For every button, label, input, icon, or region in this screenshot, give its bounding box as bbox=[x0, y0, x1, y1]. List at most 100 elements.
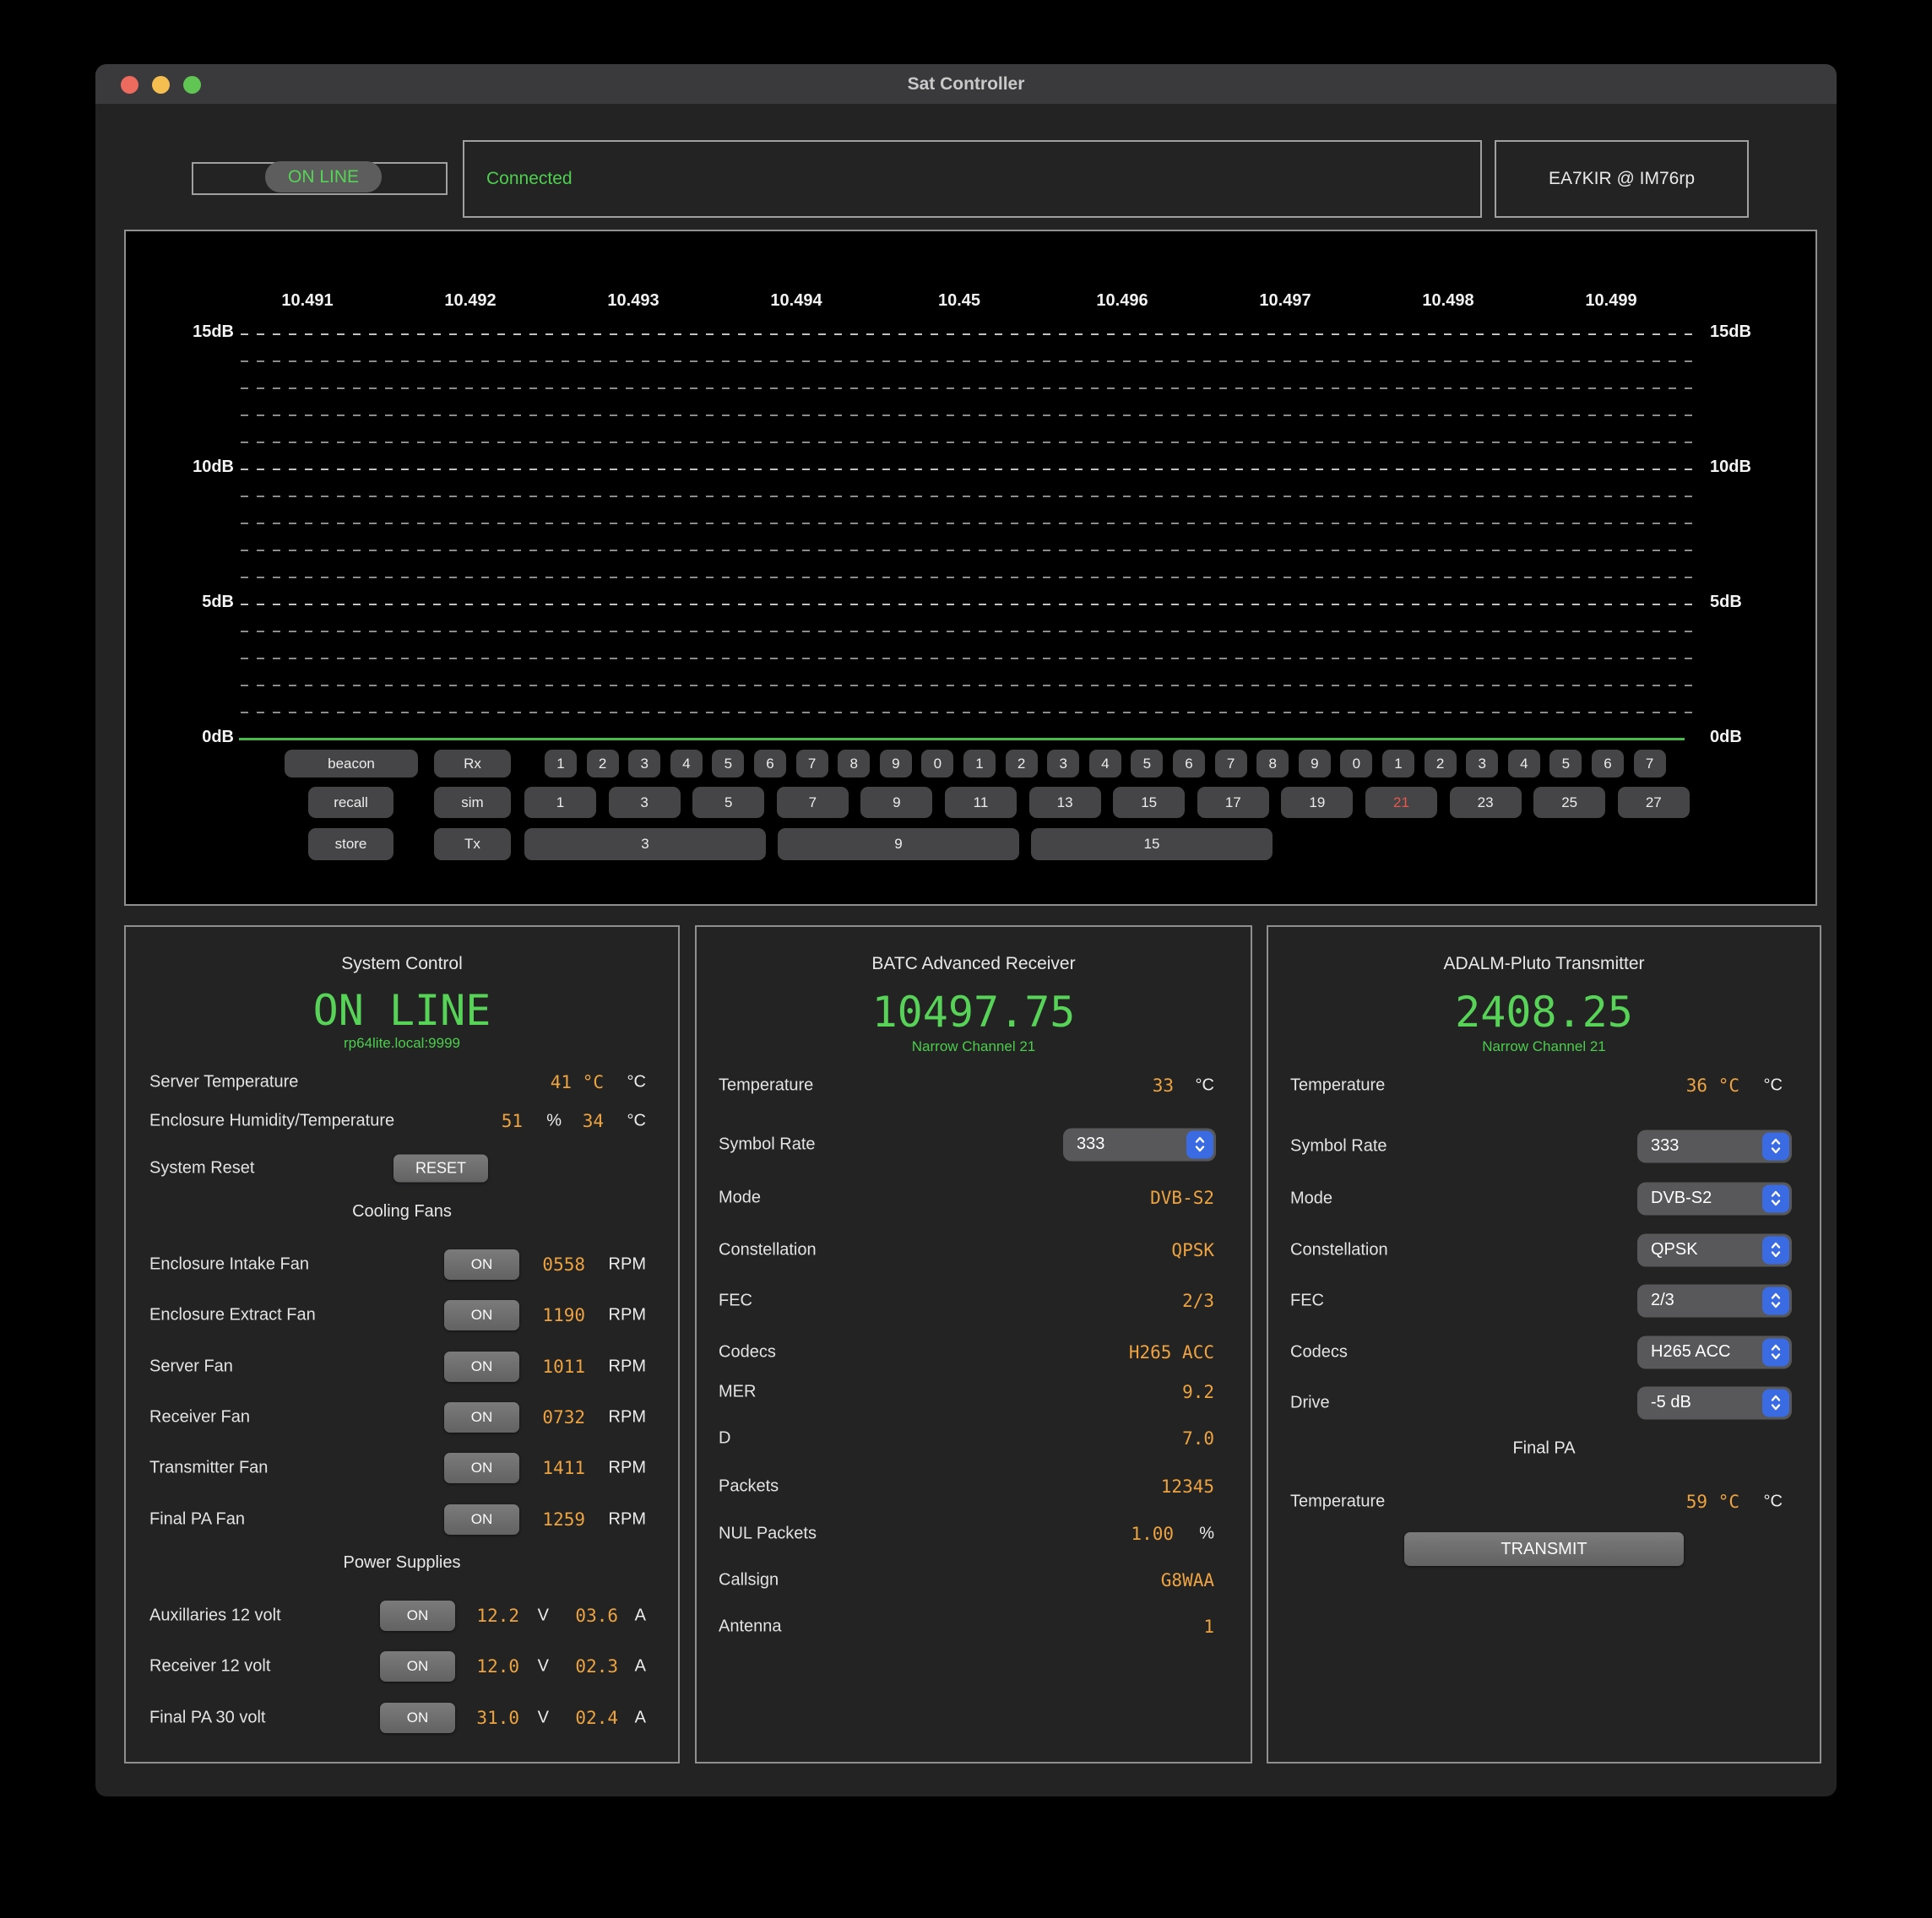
row-value: DVB-S2 bbox=[1150, 1188, 1214, 1208]
receiver-row: Symbol Rate 333 bbox=[697, 1128, 1251, 1161]
unit-label: V bbox=[538, 1606, 549, 1626]
up-down-chevrons-icon bbox=[1762, 1389, 1789, 1417]
row-value: 1 bbox=[1203, 1617, 1214, 1637]
volts-value: 12.0 bbox=[476, 1656, 519, 1677]
dropdown-select[interactable]: 333 bbox=[1063, 1128, 1216, 1161]
up-down-chevrons-icon bbox=[1762, 1338, 1789, 1366]
dropdown-select[interactable]: -5 dB bbox=[1637, 1386, 1792, 1419]
callsign-box: EA7KIR @ IM76rp bbox=[1495, 140, 1749, 218]
volts-value: 31.0 bbox=[476, 1708, 519, 1728]
row-label: Drive bbox=[1290, 1393, 1330, 1412]
row-label: Temperature bbox=[1290, 1075, 1385, 1095]
row-label: Codecs bbox=[719, 1342, 776, 1362]
row-label: NUL Packets bbox=[719, 1524, 817, 1543]
up-down-chevrons-icon bbox=[1762, 1184, 1789, 1212]
row-label: Symbol Rate bbox=[719, 1135, 816, 1154]
dropdown-value: -5 dB bbox=[1651, 1393, 1691, 1412]
supply-on-button[interactable]: ON bbox=[380, 1703, 455, 1733]
row-label: Temperature bbox=[719, 1075, 813, 1095]
receiver-row: Packets 12345 bbox=[697, 1470, 1251, 1503]
online-toggle-knob[interactable]: ON LINE bbox=[265, 161, 382, 192]
transmitter-row: Temperature 36 °C °C bbox=[1268, 1069, 1820, 1102]
row-value: 12345 bbox=[1161, 1476, 1214, 1497]
supply-label: Final PA 30 volt bbox=[149, 1708, 265, 1727]
unit-label: V bbox=[538, 1708, 549, 1727]
supply-label: Receiver 12 volt bbox=[149, 1657, 270, 1677]
dropdown-value: 333 bbox=[1651, 1136, 1679, 1156]
up-down-chevrons-icon bbox=[1762, 1236, 1789, 1264]
receiver-row: Mode DVB-S2 bbox=[697, 1181, 1251, 1214]
section-heading: Final PA bbox=[1268, 1438, 1820, 1458]
amps-value: 02.3 bbox=[575, 1656, 618, 1677]
transmit-button[interactable]: TRANSMIT bbox=[1404, 1532, 1684, 1566]
minimize-button[interactable] bbox=[152, 76, 170, 94]
transmitter-row: Symbol Rate 333 bbox=[1268, 1130, 1820, 1162]
wide-channel-button[interactable]: 9 bbox=[778, 828, 1019, 860]
power-supply-row: Final PA 30 volt ON 31.0 V 02.4 A bbox=[126, 1703, 678, 1733]
receiver-row: Constellation QPSK bbox=[697, 1233, 1251, 1266]
unit-label: A bbox=[635, 1657, 646, 1677]
row-label: Callsign bbox=[719, 1570, 779, 1590]
wide-channel-buttons-row: 39 15 bbox=[126, 231, 1815, 904]
unit-label: % bbox=[1199, 1524, 1214, 1543]
online-toggle[interactable]: ON LINE bbox=[192, 162, 448, 195]
row-label: Symbol Rate bbox=[1290, 1136, 1387, 1156]
dropdown-value: H265 ACC bbox=[1651, 1342, 1731, 1362]
up-down-chevrons-icon bbox=[1186, 1130, 1213, 1158]
row-label: Mode bbox=[719, 1188, 761, 1207]
wide-channel-button[interactable]: 3 bbox=[524, 828, 766, 860]
wide-channel-button[interactable]: 15 bbox=[1031, 828, 1273, 860]
dropdown-select[interactable]: DVB-S2 bbox=[1637, 1182, 1792, 1215]
window-title: Sat Controller bbox=[95, 64, 1837, 104]
row-label: Codecs bbox=[1290, 1342, 1348, 1362]
row-label: Constellation bbox=[1290, 1240, 1388, 1260]
receiver-row: Callsign G8WAA bbox=[697, 1563, 1251, 1596]
receiver-row: D 7.0 bbox=[697, 1422, 1251, 1455]
row-value: 33 bbox=[1153, 1075, 1174, 1096]
row-label: Constellation bbox=[719, 1240, 817, 1260]
dropdown-select[interactable]: 333 bbox=[1637, 1130, 1792, 1162]
zoom-button[interactable] bbox=[183, 76, 201, 94]
supply-label: Auxillaries 12 volt bbox=[149, 1606, 281, 1626]
dropdown-value: 2/3 bbox=[1651, 1291, 1674, 1310]
receiver-row: Antenna 1 bbox=[697, 1610, 1251, 1643]
row-value: 36 °C bbox=[1686, 1075, 1739, 1096]
power-supply-row: Auxillaries 12 volt ON 12.2 V 03.6 A bbox=[126, 1601, 678, 1631]
dropdown-select[interactable]: 2/3 bbox=[1637, 1284, 1792, 1317]
supply-on-button[interactable]: ON bbox=[380, 1651, 455, 1682]
receiver-rows: Temperature 33 °C Symbol Rate 333 bbox=[697, 927, 1251, 1762]
transmitter-row: Final PA bbox=[1268, 1432, 1820, 1465]
close-button[interactable] bbox=[121, 76, 138, 94]
transmitter-panel: ADALM-Pluto Transmitter 2408.25 Narrow C… bbox=[1267, 925, 1821, 1764]
system-control-panel: System Control ON LINE rp64lite.local:99… bbox=[124, 925, 680, 1764]
callsign-text: EA7KIR @ IM76rp bbox=[1549, 169, 1695, 189]
dropdown-value: QPSK bbox=[1651, 1240, 1698, 1260]
receiver-row: MER 9.2 bbox=[697, 1375, 1251, 1408]
transmitter-rows: Temperature 36 °C °C Symbol Rate 333 bbox=[1268, 927, 1820, 1762]
supply-on-button[interactable]: ON bbox=[380, 1601, 455, 1631]
dropdown-select[interactable]: QPSK bbox=[1637, 1233, 1792, 1266]
unit-label: A bbox=[635, 1606, 646, 1626]
transmitter-row: Temperature 59 °C °C bbox=[1268, 1485, 1820, 1518]
row-value: 2/3 bbox=[1182, 1291, 1214, 1311]
row-value: H265 ACC bbox=[1129, 1342, 1214, 1363]
receiver-panel: BATC Advanced Receiver 10497.75 Narrow C… bbox=[695, 925, 1252, 1764]
row-label: Mode bbox=[1290, 1189, 1332, 1208]
amps-value: 03.6 bbox=[575, 1606, 618, 1626]
row-value: 59 °C bbox=[1686, 1492, 1739, 1512]
row-label: Temperature bbox=[1290, 1492, 1385, 1511]
receiver-row: FEC 2/3 bbox=[697, 1284, 1251, 1317]
spectrum-display: 10.49110.49210.49310.49410.4510.49610.49… bbox=[124, 230, 1817, 906]
row-value: 9.2 bbox=[1182, 1382, 1214, 1402]
app-window: Sat Controller ON LINE Connected EA7KIR … bbox=[95, 64, 1837, 1796]
dropdown-value: DVB-S2 bbox=[1651, 1189, 1712, 1208]
dropdown-select[interactable]: H265 ACC bbox=[1637, 1336, 1792, 1368]
power-supply-row: Receiver 12 volt ON 12.0 V 02.3 A bbox=[126, 1651, 678, 1682]
transmitter-row: FEC 2/3 bbox=[1268, 1284, 1820, 1317]
unit-label: A bbox=[635, 1708, 646, 1727]
row-label: FEC bbox=[1290, 1291, 1324, 1310]
connection-status-text: Connected bbox=[486, 169, 573, 189]
up-down-chevrons-icon bbox=[1762, 1287, 1789, 1314]
transmitter-row: Drive -5 dB bbox=[1268, 1386, 1820, 1419]
unit-label: °C bbox=[1196, 1075, 1214, 1095]
